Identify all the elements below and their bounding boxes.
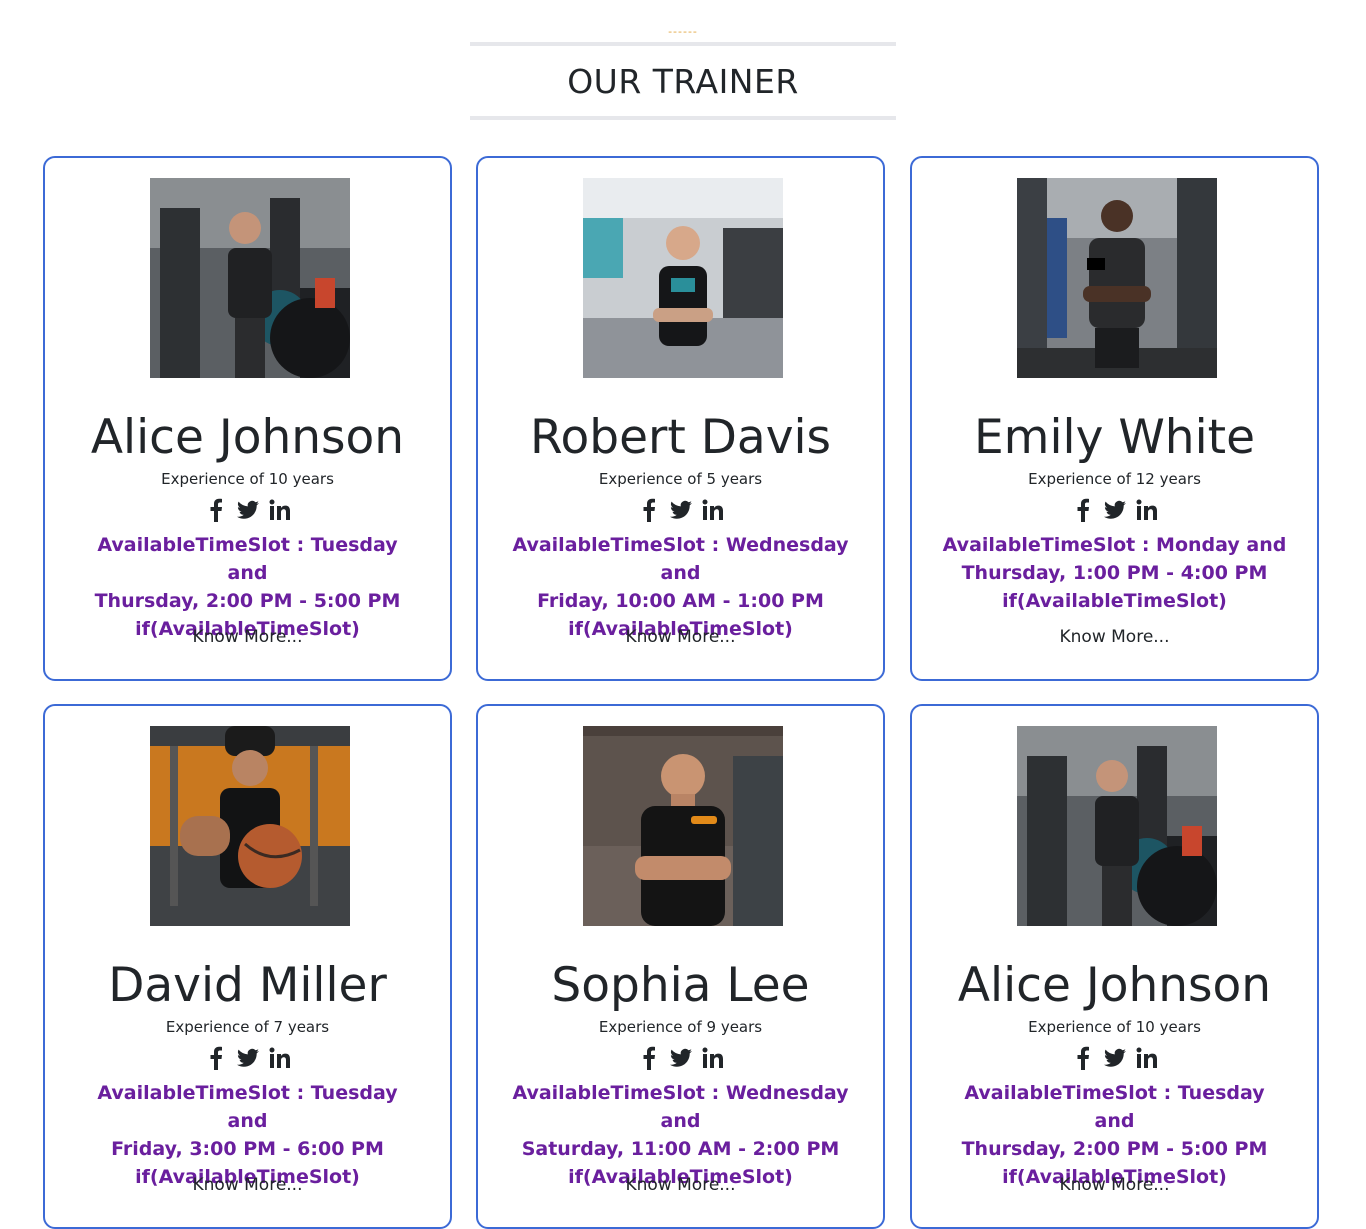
trainer-name: David Miller — [108, 958, 387, 1013]
timeslot-line: AvailableTimeSlot : Wednesday and — [512, 1082, 849, 1132]
linkedin-icon[interactable] — [702, 1046, 724, 1070]
trainer-experience: Experience of 12 years — [1028, 470, 1201, 488]
title-decoration: ------ — [668, 25, 698, 38]
trainer-photo — [1017, 178, 1217, 378]
twitter-icon[interactable] — [236, 1046, 259, 1070]
trainer-photo — [583, 726, 783, 926]
trainer-name: Alice Johnson — [957, 958, 1272, 1013]
trainer-card: David Miller Experience of 7 years Avail… — [43, 704, 452, 1229]
trainer-card: Robert Davis Experience of 5 years Avail… — [476, 156, 885, 681]
trainer-card: Emily White Experience of 12 years Avail… — [910, 156, 1319, 681]
trainer-experience: Experience of 10 years — [161, 470, 334, 488]
know-more-link[interactable]: Know More... — [45, 1174, 450, 1196]
know-more-link[interactable]: Know More... — [478, 1174, 883, 1196]
timeslot-line: AvailableTimeSlot : Tuesday and — [964, 1082, 1265, 1132]
timeslot-line: AvailableTimeSlot : Tuesday and — [97, 534, 398, 584]
timeslot-line: AvailableTimeSlot : Monday and — [942, 534, 1287, 556]
social-links — [478, 1044, 883, 1072]
linkedin-icon[interactable] — [269, 1046, 291, 1070]
timeslot-line: Thursday, 2:00 PM - 5:00 PM — [961, 1138, 1268, 1160]
section-header: ------ OUR TRAINER — [470, 26, 896, 120]
know-more-link[interactable]: Know More... — [912, 1174, 1317, 1196]
trainer-card: Sophia Lee Experience of 9 years Availab… — [476, 704, 885, 1229]
trainer-experience: Experience of 9 years — [598, 1018, 763, 1036]
timeslot-line: Thursday, 2:00 PM - 5:00 PM — [94, 590, 401, 612]
social-links — [45, 496, 450, 524]
facebook-icon[interactable] — [638, 1046, 660, 1070]
timeslot-line: AvailableTimeSlot : Tuesday and — [97, 1082, 398, 1132]
social-links — [478, 496, 883, 524]
facebook-icon[interactable] — [1072, 1046, 1094, 1070]
social-links — [912, 1044, 1317, 1072]
title-box: OUR TRAINER — [470, 42, 896, 120]
social-links — [45, 1044, 450, 1072]
timeslot-line: Thursday, 1:00 PM - 4:00 PM — [961, 562, 1268, 584]
linkedin-icon[interactable] — [1136, 498, 1158, 522]
trainer-card: Alice Johnson Experience of 10 years Ava… — [43, 156, 452, 681]
facebook-icon[interactable] — [638, 498, 660, 522]
trainer-experience: Experience of 10 years — [1028, 1018, 1201, 1036]
twitter-icon[interactable] — [669, 1046, 692, 1070]
linkedin-icon[interactable] — [269, 498, 291, 522]
facebook-icon[interactable] — [205, 498, 227, 522]
twitter-icon[interactable] — [669, 498, 692, 522]
timeslot-line: AvailableTimeSlot : Wednesday and — [512, 534, 849, 584]
linkedin-icon[interactable] — [1136, 1046, 1158, 1070]
timeslot-line: Friday, 10:00 AM - 1:00 PM — [537, 590, 824, 612]
linkedin-icon[interactable] — [702, 498, 724, 522]
trainer-name: Alice Johnson — [90, 410, 405, 465]
trainer-experience: Experience of 5 years — [598, 470, 763, 488]
trainer-card: Alice Johnson Experience of 10 years Ava… — [910, 704, 1319, 1229]
facebook-icon[interactable] — [205, 1046, 227, 1070]
know-more-link[interactable]: Know More... — [912, 626, 1317, 648]
trainer-name: Emily White — [973, 410, 1255, 465]
trainer-photo — [583, 178, 783, 378]
twitter-icon[interactable] — [236, 498, 259, 522]
trainer-photo — [150, 726, 350, 926]
trainer-photo — [150, 178, 350, 378]
know-more-link[interactable]: Know More... — [45, 626, 450, 648]
trainer-name: Sophia Lee — [551, 958, 810, 1013]
social-links — [912, 496, 1317, 524]
twitter-icon[interactable] — [1103, 1046, 1126, 1070]
trainer-experience: Experience of 7 years — [165, 1018, 330, 1036]
trainer-photo — [1017, 726, 1217, 926]
section-title: OUR TRAINER — [567, 61, 799, 101]
know-more-link[interactable]: Know More... — [478, 626, 883, 648]
timeslot-line: Friday, 3:00 PM - 6:00 PM — [111, 1138, 384, 1160]
twitter-icon[interactable] — [1103, 498, 1126, 522]
facebook-icon[interactable] — [1072, 498, 1094, 522]
timeslot: AvailableTimeSlot : Monday and Thursday,… — [942, 531, 1287, 615]
timeslot-line: if(AvailableTimeSlot) — [1002, 590, 1227, 612]
trainer-name: Robert Davis — [529, 410, 832, 465]
timeslot-line: Saturday, 11:00 AM - 2:00 PM — [521, 1138, 840, 1160]
